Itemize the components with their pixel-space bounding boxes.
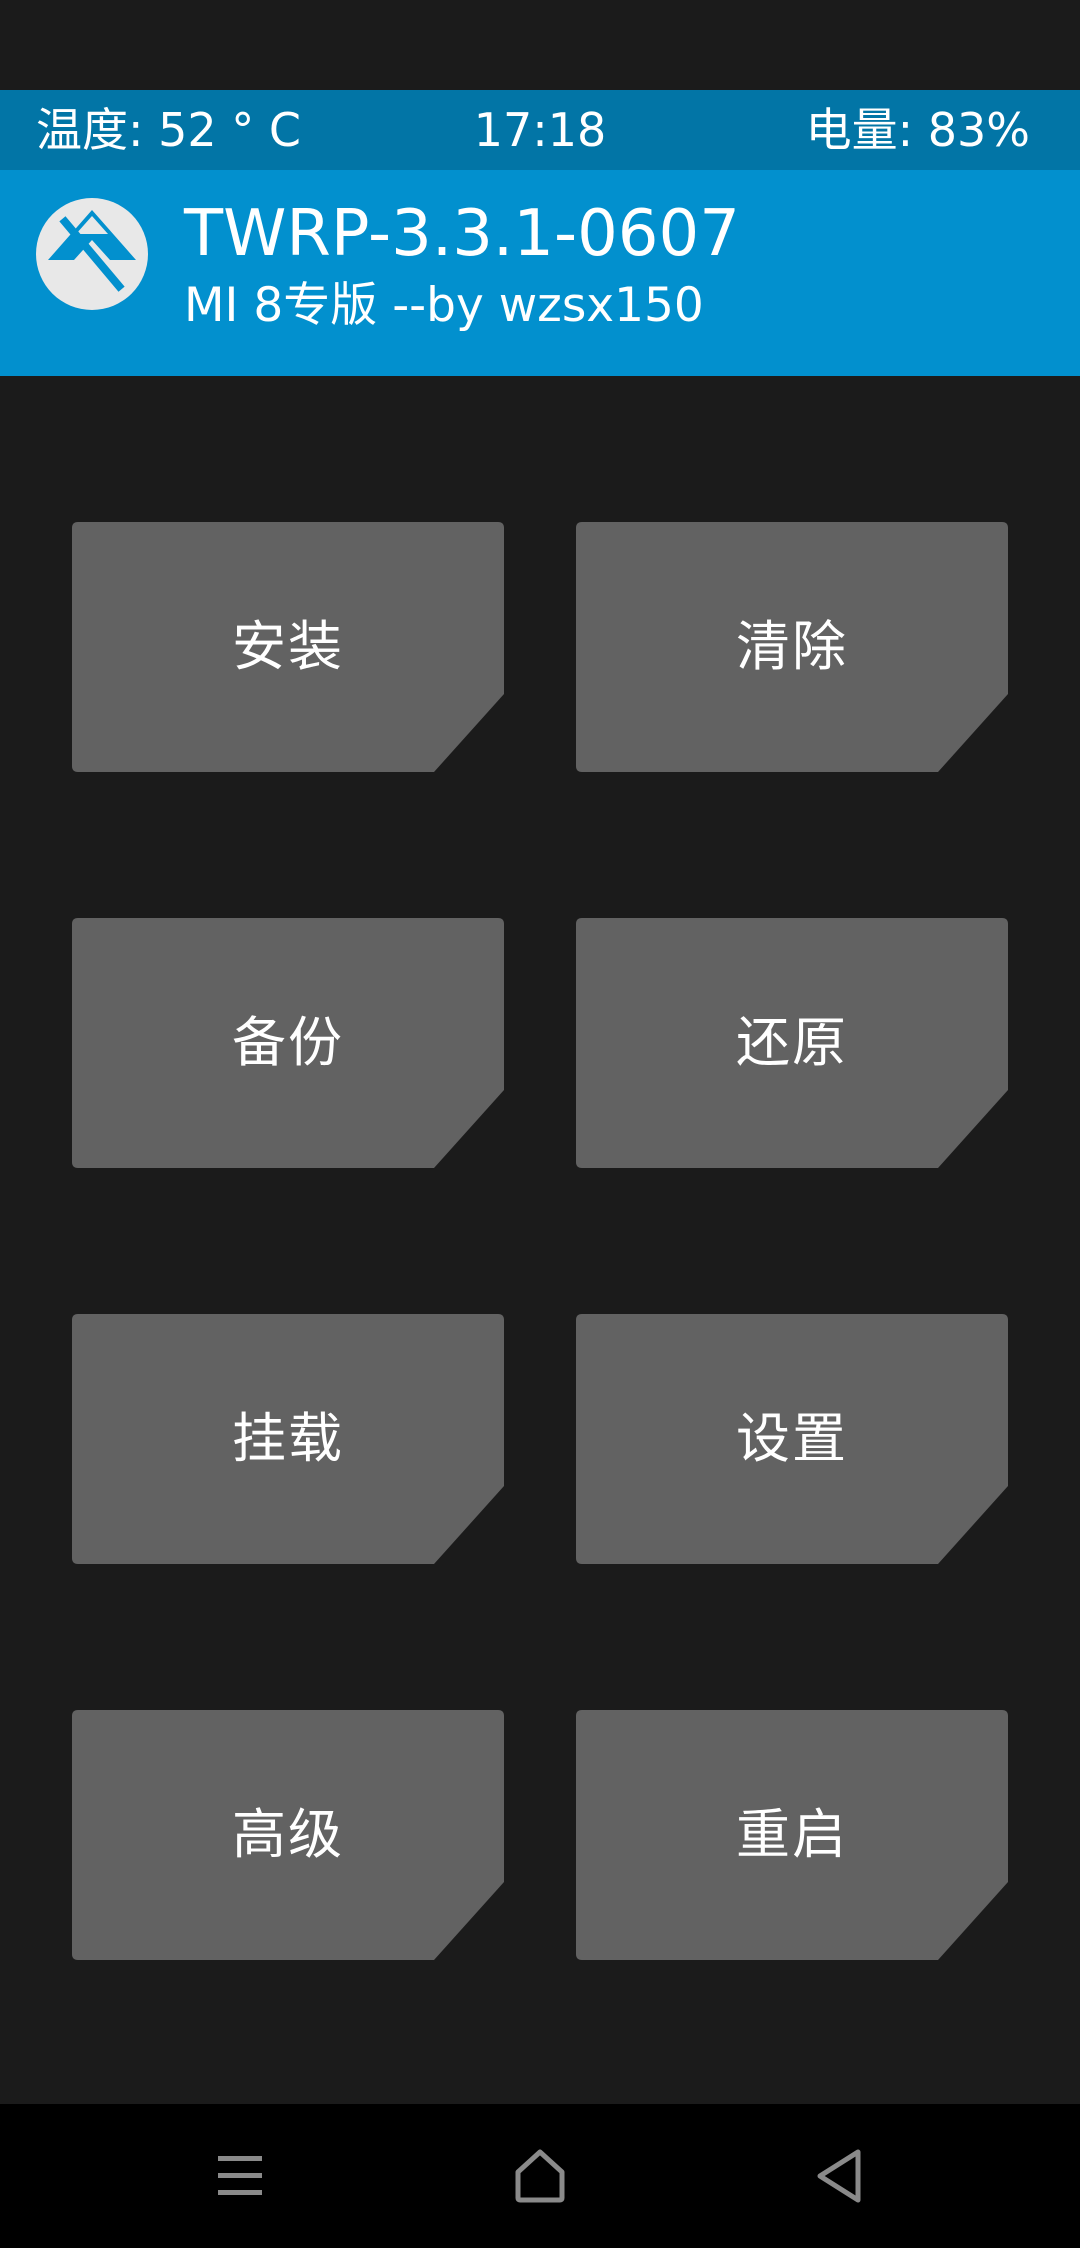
- backup-button[interactable]: 备份: [72, 918, 504, 1168]
- app-header: TWRP-3.3.1-0607 MI 8专版 --by wzsx150: [0, 170, 1080, 376]
- restore-label: 还原: [736, 1011, 848, 1074]
- reboot-button[interactable]: 重启: [576, 1710, 1008, 1960]
- twrp-logo-icon: [36, 198, 148, 310]
- settings-label: 设置: [736, 1407, 848, 1470]
- settings-button[interactable]: 设置: [576, 1314, 1008, 1564]
- app-title: TWRP-3.3.1-0607: [184, 197, 740, 271]
- mount-button[interactable]: 挂载: [72, 1314, 504, 1564]
- advanced-label: 高级: [232, 1803, 344, 1866]
- status-bar: 温度: 52 ° C 17:18 电量: 83%: [0, 90, 1080, 170]
- menu-icon[interactable]: [200, 2136, 280, 2216]
- app-subtitle: MI 8专版 --by wzsx150: [184, 278, 704, 333]
- install-label: 安装: [232, 615, 344, 678]
- top-spacer: [0, 0, 1080, 90]
- backup-label: 备份: [232, 1011, 344, 1074]
- wipe-button[interactable]: 清除: [576, 522, 1008, 772]
- wipe-label: 清除: [736, 615, 848, 678]
- battery-readout: 电量: 83%: [805, 103, 1030, 157]
- restore-button[interactable]: 还原: [576, 918, 1008, 1168]
- install-button[interactable]: 安装: [72, 522, 504, 772]
- mount-label: 挂载: [232, 1407, 344, 1470]
- main-menu: 安装 清除 备份 还原 挂载 设置 高级 重启: [0, 376, 1080, 2104]
- back-icon[interactable]: [800, 2136, 880, 2216]
- home-icon[interactable]: [500, 2136, 580, 2216]
- advanced-button[interactable]: 高级: [72, 1710, 504, 1960]
- reboot-label: 重启: [736, 1803, 848, 1866]
- navigation-bar: [0, 2104, 1080, 2248]
